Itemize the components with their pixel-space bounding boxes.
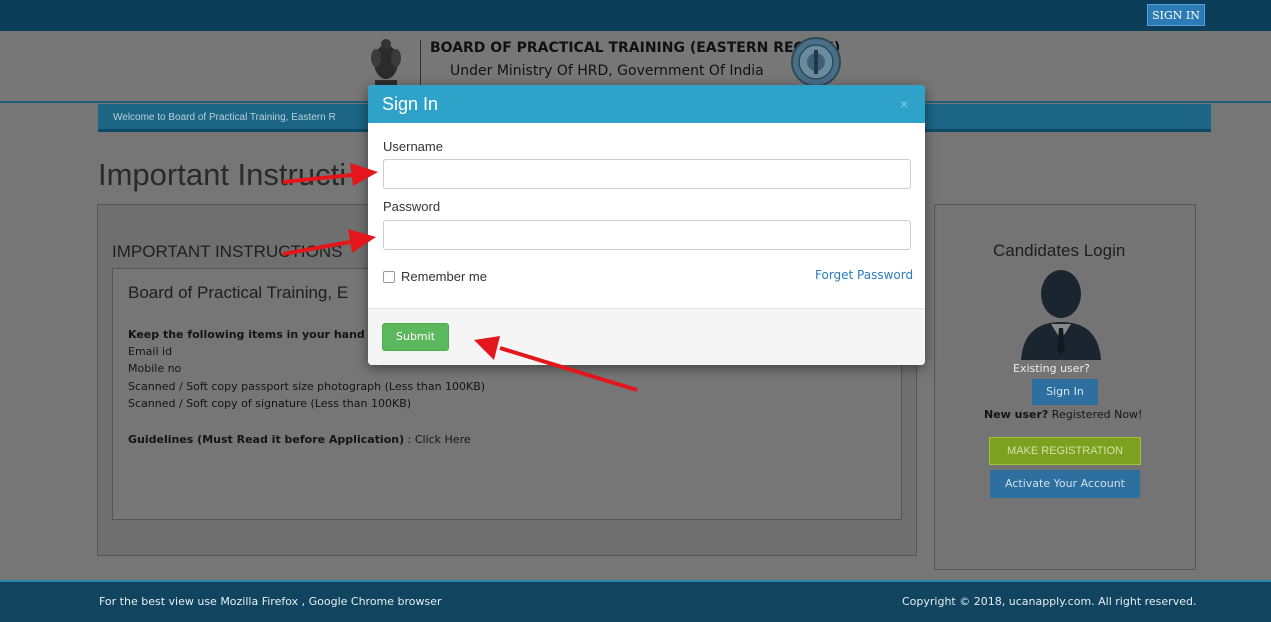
guidelines-link[interactable]: Click Here [415, 433, 471, 446]
candidates-login-title: Candidates Login [993, 241, 1126, 260]
modal-title: Sign In [382, 94, 439, 114]
password-input[interactable] [383, 220, 911, 250]
new-user-text: New user? Registered Now! [984, 408, 1143, 421]
list-item: Scanned / Soft copy passport size photog… [128, 380, 486, 393]
board-logo-icon [791, 37, 841, 87]
remember-me-checkbox[interactable] [383, 271, 395, 283]
guidelines-label: Guidelines (Must Read it before Applicat… [128, 433, 405, 446]
top-sign-in-button[interactable]: SIGN IN [1147, 4, 1205, 26]
activate-account-button[interactable]: Activate Your Account [990, 470, 1140, 498]
close-icon[interactable]: × [900, 97, 908, 111]
instructions-heading: IMPORTANT INSTRUCTIONS [112, 242, 343, 261]
guidelines-separator: : [404, 433, 415, 446]
sign-in-modal: Sign In × Username Password Remember me … [368, 85, 925, 365]
username-label: Username [383, 139, 443, 154]
guidelines-line: Guidelines (Must Read it before Applicat… [128, 433, 471, 446]
site-title: BOARD OF PRACTICAL TRAINING (EASTERN REG… [430, 40, 841, 56]
remember-me-label: Remember me [401, 269, 487, 284]
make-registration-button[interactable]: MAKE REGISTRATION [989, 437, 1141, 465]
username-input[interactable] [383, 159, 911, 189]
footer-browser-note: For the best view use Mozilla Firefox , … [99, 595, 442, 608]
top-bar: SIGN IN [0, 0, 1271, 31]
footer-copyright: Copyright © 2018, ucanapply.com. All rig… [902, 595, 1197, 608]
welcome-text: Welcome to Board of Practical Training, … [113, 112, 336, 123]
list-item: Mobile no [128, 362, 182, 375]
modal-header: Sign In × [368, 85, 925, 123]
footer: For the best view use Mozilla Firefox , … [0, 580, 1271, 622]
user-avatar-icon [1021, 270, 1101, 360]
site-subtitle: Under Ministry Of HRD, Government Of Ind… [450, 63, 764, 79]
page-title: Important Instructi [98, 157, 347, 192]
existing-user-text: Existing user? [1013, 362, 1090, 375]
submit-button[interactable]: Submit [382, 323, 449, 351]
list-item: Scanned / Soft copy of signature (Less t… [128, 397, 412, 410]
panel-sign-in-button[interactable]: Sign In [1032, 379, 1098, 405]
list-item: Email id [128, 345, 173, 358]
forget-password-link[interactable]: Forget Password [815, 268, 913, 282]
modal-footer: Submit [368, 308, 925, 365]
instructions-inner-title: Board of Practical Training, E [128, 283, 349, 302]
keep-items-label: Keep the following items in your hand b [128, 328, 377, 341]
password-label: Password [383, 199, 441, 214]
